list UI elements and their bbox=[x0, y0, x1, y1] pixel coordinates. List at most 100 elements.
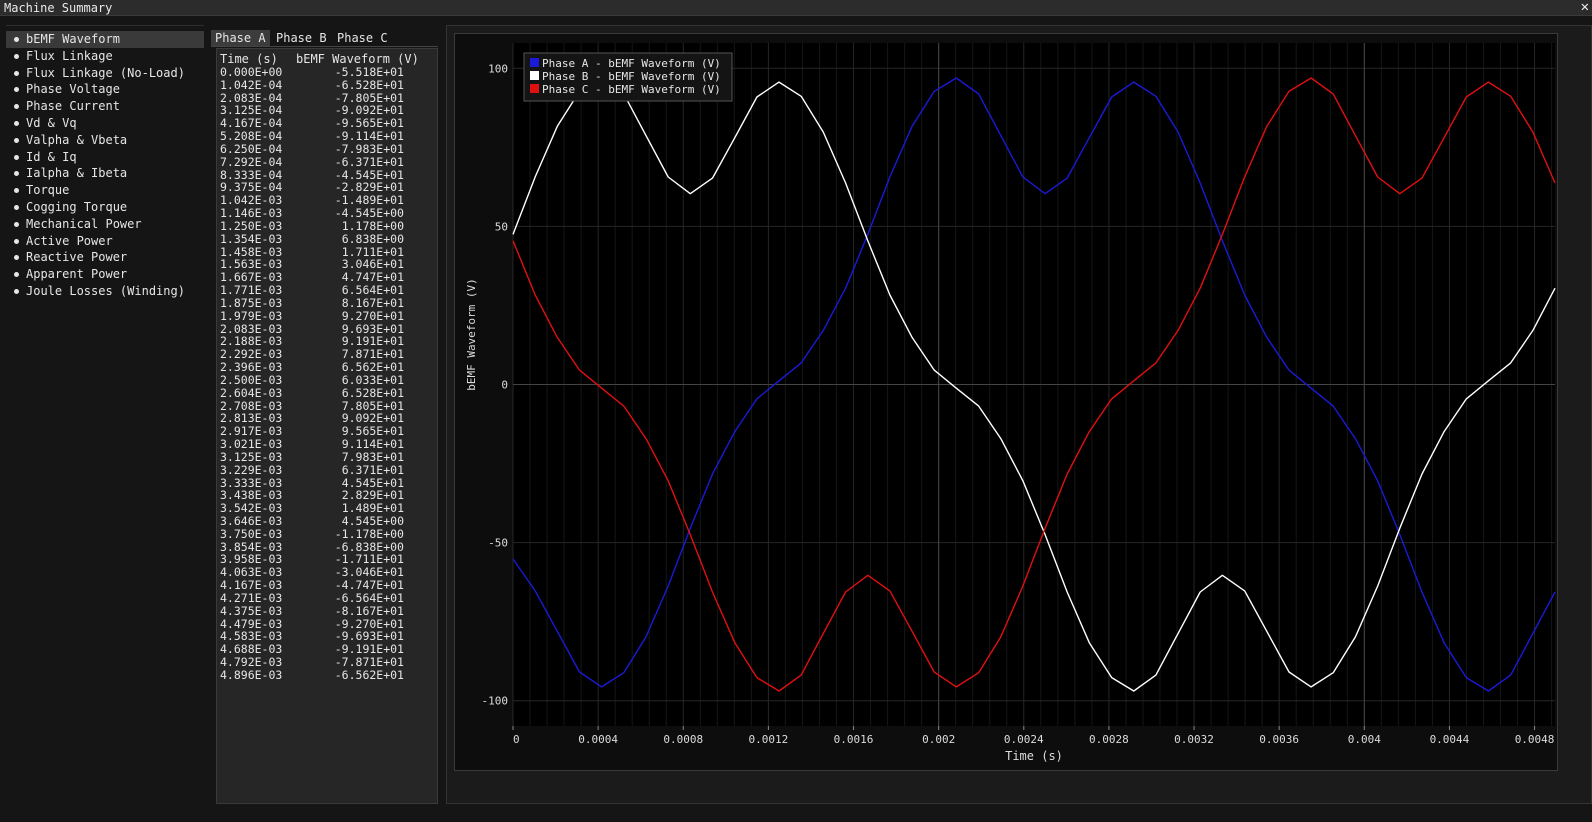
sidebar-item-mechanical-power[interactable]: Mechanical Power bbox=[6, 216, 204, 233]
bullet-icon bbox=[14, 137, 19, 143]
y-tick-label: -50 bbox=[488, 537, 508, 550]
cell-value: -5.518E+01 bbox=[334, 65, 404, 79]
sidebar-item-vd-vq[interactable]: Vd & Vq bbox=[6, 115, 204, 132]
sidebar-item-torque[interactable]: Torque bbox=[6, 182, 204, 199]
cell-value: -6.562E+01 bbox=[334, 667, 404, 682]
cell-value: 9.114E+01 bbox=[341, 437, 404, 452]
y-tick-label: 0 bbox=[501, 379, 508, 392]
x-tick-label: 0.0032 bbox=[1174, 733, 1214, 746]
sidebar-item-label: Apparent Power bbox=[26, 267, 128, 282]
table-row: 2.604E-03 6.528E+01 bbox=[220, 386, 404, 400]
sidebar-item-phase-voltage[interactable]: Phase Voltage bbox=[6, 81, 204, 98]
x-tick-label: 0.0036 bbox=[1259, 733, 1299, 746]
table-row: 2.396E-03 6.562E+01 bbox=[220, 361, 404, 374]
cell-time: 0.000E+00 bbox=[220, 65, 283, 79]
cell-time: 3.646E-03 bbox=[220, 513, 283, 528]
tab-phase-a[interactable]: Phase A bbox=[211, 30, 270, 47]
tab-phase-b[interactable]: Phase B bbox=[272, 30, 331, 47]
cell-time: 2.396E-03 bbox=[220, 360, 283, 375]
sidebar-item-label: Phase Current bbox=[26, 99, 120, 114]
sidebar-item-label: Ialpha & Ibeta bbox=[26, 166, 128, 181]
cell-time: 6.250E-04 bbox=[220, 141, 283, 156]
cell-time: 3.021E-03 bbox=[220, 437, 283, 452]
legend-label: Phase C - bEMF Waveform (V) bbox=[542, 83, 721, 96]
x-tick-label: 0.0004 bbox=[578, 733, 618, 746]
cell-value: 6.838E+00 bbox=[341, 231, 404, 246]
x-tick-label: 0.0012 bbox=[749, 733, 789, 746]
table-row: 6.250E-04 -7.983E+01 bbox=[220, 143, 404, 156]
bullet-icon bbox=[14, 120, 19, 126]
sidebar-item-ialpha-ibeta[interactable]: Ialpha & Ibeta bbox=[6, 165, 204, 182]
legend-swatch bbox=[530, 71, 539, 80]
cell-value: 9.270E+01 bbox=[341, 308, 404, 323]
cell-time: 4.896E-03 bbox=[220, 667, 283, 682]
cell-value: -7.871E+01 bbox=[334, 655, 404, 670]
table-row: 1.354E-03 6.838E+00 bbox=[220, 231, 404, 246]
sidebar-item-bemf-waveform[interactable]: bEMF Waveform bbox=[6, 31, 204, 48]
bullet-icon bbox=[14, 255, 19, 261]
table-row: 0.000E+00 -5.518E+01 bbox=[220, 66, 404, 79]
x-tick-label: 0.004 bbox=[1348, 733, 1381, 746]
sidebar-item-reactive-power[interactable]: Reactive Power bbox=[6, 249, 204, 266]
cell-time: 3.125E-03 bbox=[220, 449, 283, 464]
cell-time: 3.229E-03 bbox=[220, 462, 283, 477]
sidebar-item-apparent-power[interactable]: Apparent Power bbox=[6, 266, 204, 283]
cell-time: 4.271E-03 bbox=[220, 590, 283, 605]
x-tick-label: 0.0044 bbox=[1430, 733, 1470, 746]
tab-phase-c[interactable]: Phase C bbox=[333, 30, 392, 47]
table-row: 2.500E-03 6.033E+01 bbox=[220, 374, 404, 387]
table-rows: 0.000E+00 -5.518E+01 1.042E-04 -6.528E+01 2.… bbox=[220, 66, 404, 682]
sidebar-item-id-iq[interactable]: Id & Iq bbox=[6, 149, 204, 166]
bullet-icon bbox=[14, 288, 19, 294]
sidebar-item-joule-losses-winding[interactable]: Joule Losses (Winding) bbox=[6, 283, 204, 300]
cell-time: 1.875E-03 bbox=[220, 295, 283, 310]
cell-value: 7.983E+01 bbox=[341, 449, 404, 464]
legend-swatch bbox=[530, 84, 539, 93]
cell-time: 1.979E-03 bbox=[220, 308, 283, 323]
bullet-icon bbox=[14, 238, 19, 244]
table-row: 1.875E-03 8.167E+01 bbox=[220, 297, 404, 310]
table-row: 3.646E-03 4.545E+00 bbox=[220, 515, 404, 528]
bullet-icon bbox=[14, 70, 19, 76]
sidebar-item-label: Reactive Power bbox=[26, 250, 128, 265]
tab-underline bbox=[211, 46, 438, 47]
table-row: 4.271E-03 -6.564E+01 bbox=[220, 592, 404, 605]
data-table[interactable]: Time (s) bEMF Waveform (V) 0.000E+00 -5.5… bbox=[216, 48, 438, 804]
table-row: 3.125E-03 7.983E+01 bbox=[220, 451, 404, 464]
table-row: 7.292E-04 -6.371E+01 bbox=[220, 155, 404, 169]
sidebar-item-phase-current[interactable]: Phase Current bbox=[6, 98, 204, 115]
table-row: 1.146E-03 -4.545E+00 bbox=[220, 207, 404, 220]
y-tick-label: -100 bbox=[482, 695, 509, 708]
close-icon[interactable]: ✕ bbox=[1581, 0, 1589, 15]
cell-value: 6.033E+01 bbox=[341, 372, 404, 387]
plot-area[interactable]: 0 0.0004 0.0008 0.0012 0.0016 0.002 0.0024 0.00… bbox=[454, 33, 1558, 771]
y-tick-label: 100 bbox=[488, 62, 508, 75]
sidebar-item-label: Joule Losses (Winding) bbox=[26, 283, 185, 298]
cell-time: 2.500E-03 bbox=[220, 372, 283, 387]
cell-time: 1.354E-03 bbox=[220, 231, 283, 246]
table-row: 1.771E-03 6.564E+01 bbox=[220, 284, 404, 297]
x-tick-label: 0.002 bbox=[922, 733, 955, 746]
cell-value: -1.178E+00 bbox=[334, 526, 404, 541]
table-row: 4.896E-03 -6.562E+01 bbox=[220, 669, 404, 682]
bullet-icon bbox=[14, 87, 19, 93]
bullet-icon bbox=[14, 154, 19, 160]
bullet-icon bbox=[14, 188, 19, 194]
sidebar-divider bbox=[6, 25, 204, 26]
sidebar-item-active-power[interactable]: Active Power bbox=[6, 233, 204, 250]
sidebar-item-flux-linkage[interactable]: Flux Linkage bbox=[6, 48, 204, 65]
y-tick-label: 50 bbox=[495, 220, 508, 233]
cell-value: -6.528E+01 bbox=[334, 77, 404, 92]
bullet-icon bbox=[14, 53, 19, 59]
x-tick-label: 0.0016 bbox=[834, 733, 874, 746]
cell-value: 6.564E+01 bbox=[341, 283, 404, 298]
bullet-icon bbox=[14, 272, 19, 278]
table-row: 3.021E-03 9.114E+01 bbox=[220, 438, 404, 451]
sidebar-item-flux-linkage-no-load[interactable]: Flux Linkage (No-Load) bbox=[6, 65, 204, 82]
sidebar-item-label: bEMF Waveform bbox=[26, 32, 120, 46]
sidebar-item-label: Id & Iq bbox=[26, 149, 77, 164]
bemf-chart[interactable]: 0 0.0004 0.0008 0.0012 0.0016 0.002 0.0024 0.00… bbox=[455, 34, 1559, 772]
table-row: 3.229E-03 6.371E+01 bbox=[220, 462, 404, 477]
sidebar-item-valpha-vbeta[interactable]: Valpha & Vbeta bbox=[6, 132, 204, 149]
sidebar-item-cogging-torque[interactable]: Cogging Torque bbox=[6, 199, 204, 216]
